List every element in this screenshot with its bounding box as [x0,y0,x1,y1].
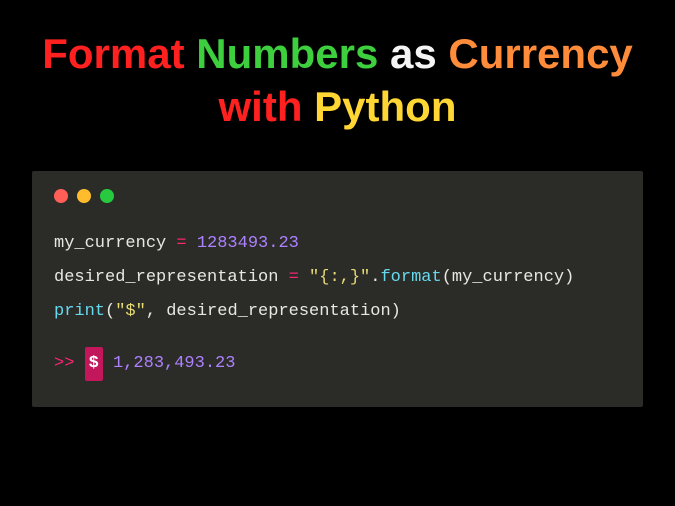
token-variable: desired_representation [166,302,390,321]
title-word-currency: Currency [448,30,632,77]
token-paren: ( [442,268,452,287]
title-container: Format Numbers as Currency with Python [0,0,675,153]
code-line-2: desired_representation = "{:,}".format(m… [54,261,621,295]
token-number: 1283493.23 [197,234,299,253]
token-output: 1,283,493.23 [113,354,235,373]
token-paren: ) [391,302,401,321]
token-operator: = [176,234,186,253]
minimize-icon [77,189,91,203]
token-paren: ) [564,268,574,287]
code-line-1: my_currency = 1283493.23 [54,227,621,261]
code-block: my_currency = 1283493.23 desired_represe… [54,227,621,381]
title-word-format: Format [42,30,184,77]
token-comma: , [146,302,156,321]
code-window: my_currency = 1283493.23 desired_represe… [32,171,643,407]
close-icon [54,189,68,203]
title-word-numbers: Numbers [196,30,378,77]
token-variable: my_currency [452,268,564,287]
token-string: "$" [115,302,146,321]
token-operator: = [289,268,299,287]
title-word-as: as [390,30,437,77]
maximize-icon [100,189,114,203]
title-word-with: with [219,83,303,130]
token-method: format [380,268,441,287]
token-prompt: >> [54,354,74,373]
token-dot: . [370,268,380,287]
title-word-python: Python [314,83,456,130]
token-string: "{:,}" [309,268,370,287]
page-title: Format Numbers as Currency with Python [0,28,675,133]
output-line: >> $ 1,283,493.23 [54,347,621,381]
dollar-icon: $ [85,347,103,381]
token-paren: ( [105,302,115,321]
code-line-3: print("$", desired_representation) [54,295,621,329]
token-function: print [54,302,105,321]
token-variable: desired_representation [54,268,278,287]
window-controls [54,189,621,203]
token-variable: my_currency [54,234,166,253]
